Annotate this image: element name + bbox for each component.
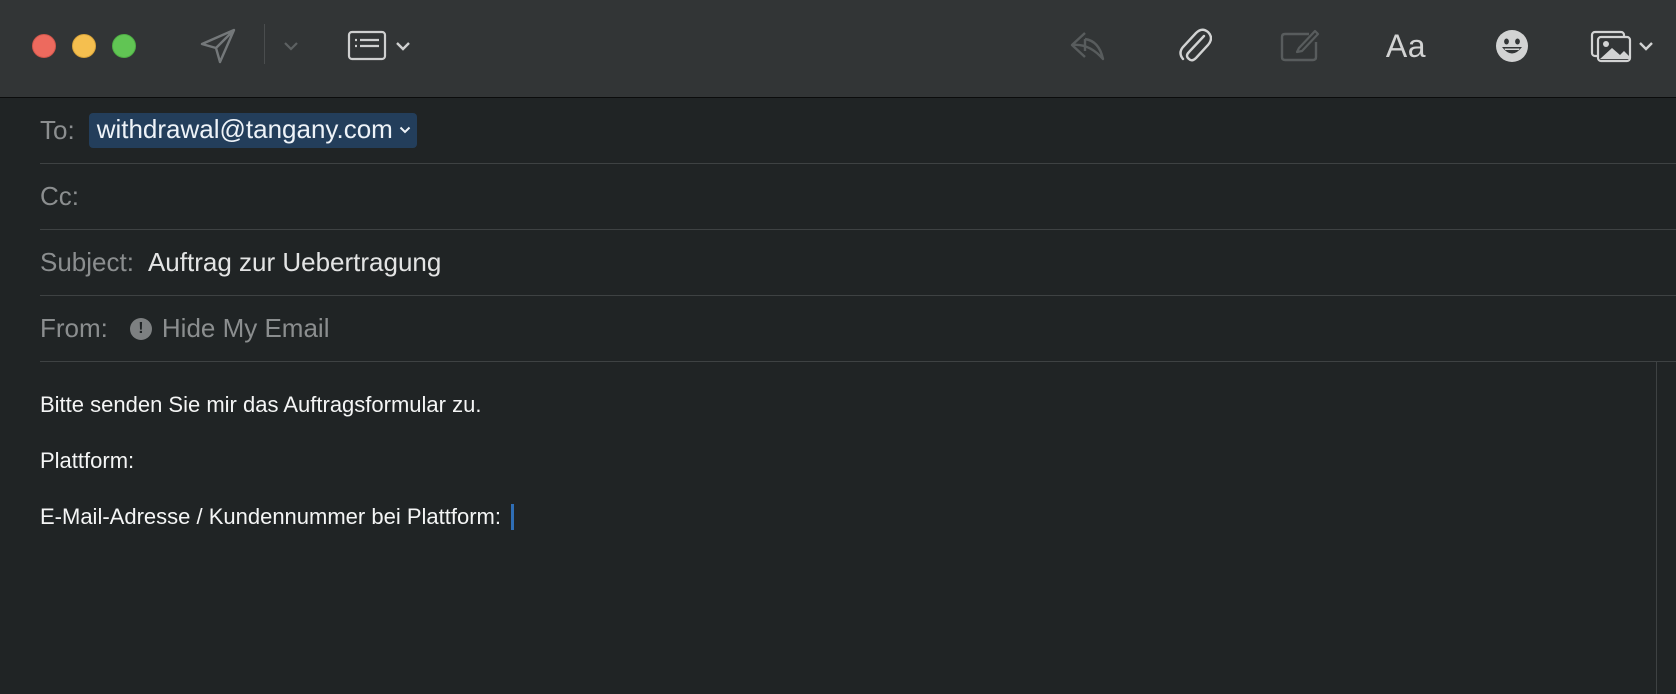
toolbar-separator <box>264 24 265 64</box>
body-line-1: Bitte senden Sie mir das Auftragsformula… <box>40 392 482 417</box>
chevron-down-icon <box>396 42 410 51</box>
from-selector[interactable]: Hide My Email <box>162 313 330 344</box>
to-field-row: To: withdrawal@tangany.com <box>40 98 1676 164</box>
warning-icon: ! <box>129 317 152 340</box>
mail-compose-window: Aa To: withdrawal@tangany.com Cc: Subjec… <box>0 0 1676 694</box>
header-fields-button[interactable] <box>344 26 414 66</box>
minimize-window-button[interactable] <box>72 34 96 58</box>
emoji-icon <box>1496 30 1528 62</box>
close-window-button[interactable] <box>32 34 56 58</box>
chevron-down-icon <box>1639 42 1653 51</box>
from-field-row: From: ! Hide My Email <box>40 296 1676 362</box>
body-line-3-text: E-Mail-Adresse / Kundennummer bei Plattf… <box>40 504 501 529</box>
message-body[interactable]: Bitte senden Sie mir das Auftragsformula… <box>0 362 1656 694</box>
maximize-window-button[interactable] <box>112 34 136 58</box>
recipient-token[interactable]: withdrawal@tangany.com <box>88 113 417 148</box>
reply-icon <box>1070 32 1105 61</box>
subject-field-row[interactable]: Subject: Auftrag zur Uebertragung <box>40 230 1676 296</box>
send-options-dropdown[interactable] <box>280 36 302 56</box>
send-button[interactable] <box>196 26 240 66</box>
scrollbar[interactable] <box>1656 362 1676 694</box>
toolbar: Aa <box>0 0 1676 98</box>
send-icon <box>200 28 236 64</box>
photo-browser-button[interactable] <box>1586 24 1658 68</box>
attach-button[interactable] <box>1174 24 1214 68</box>
markup-icon <box>1280 29 1320 62</box>
format-button[interactable]: Aa <box>1380 24 1432 68</box>
header-fields-icon <box>347 30 387 61</box>
markup-button[interactable] <box>1278 24 1322 66</box>
subject-input[interactable]: Auftrag zur Uebertragung <box>148 247 441 278</box>
recipient-address: withdrawal@tangany.com <box>96 114 393 144</box>
cc-label: Cc: <box>40 181 79 211</box>
cc-field-row[interactable]: Cc: <box>40 164 1676 230</box>
photo-browser-icon <box>1590 30 1632 63</box>
chevron-down-icon <box>399 126 411 134</box>
subject-label: Subject: <box>40 247 134 277</box>
body-line-2: Plattform: <box>40 448 135 473</box>
from-label: From: <box>40 313 108 343</box>
format-icon: Aa <box>1385 27 1427 64</box>
text-caret <box>510 504 514 530</box>
chevron-down-icon <box>284 42 298 51</box>
emoji-button[interactable] <box>1492 26 1532 66</box>
to-label: To: <box>40 115 75 145</box>
body-line-3: E-Mail-Adresse / Kundennummer bei Plattf… <box>40 504 514 530</box>
paperclip-icon <box>1179 28 1212 62</box>
reply-button[interactable] <box>1068 26 1108 66</box>
